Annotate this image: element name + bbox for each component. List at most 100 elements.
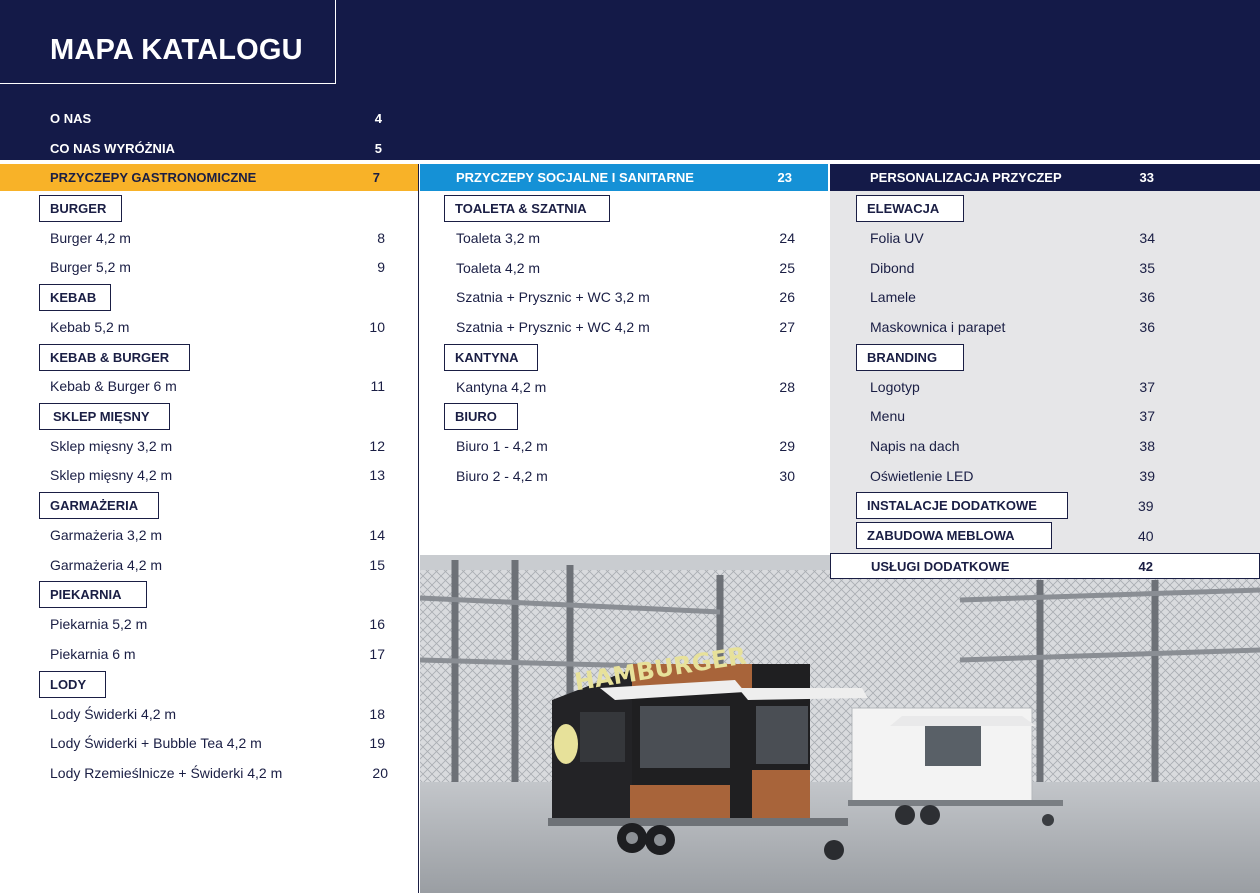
- item-page: 13: [369, 467, 385, 483]
- item-page: 25: [779, 260, 795, 276]
- category-page: 7: [372, 170, 380, 185]
- toc-item[interactable]: Menu 37: [870, 403, 1155, 429]
- item-label: Folia UV: [870, 230, 924, 246]
- item-page: 11: [370, 378, 385, 394]
- toc-item[interactable]: Logotyp 37: [870, 374, 1155, 400]
- item-label: Sklep mięsny 3,2 m: [50, 438, 173, 454]
- toc-item[interactable]: Sklep mięsny 3,2 m 12: [50, 433, 385, 459]
- toc-item[interactable]: Burger 5,2 m 9: [50, 254, 385, 280]
- item-page: 29: [779, 438, 795, 454]
- toc-label: O NAS: [50, 110, 92, 126]
- toc-item[interactable]: Napis na dach 38: [870, 433, 1155, 459]
- group-kebab-burger[interactable]: KEBAB & BURGER: [39, 344, 190, 371]
- item-page: 15: [369, 557, 385, 573]
- group-piekarnia[interactable]: PIEKARNIA: [39, 581, 147, 608]
- item-label: Kantyna 4,2 m: [456, 379, 547, 395]
- item-label: Biuro 1 - 4,2 m: [456, 438, 548, 454]
- toc-item[interactable]: Piekarnia 5,2 m 16: [50, 611, 385, 637]
- group-title: ZABUDOWA MEBLOWA: [856, 522, 1052, 549]
- item-page: 39: [1139, 468, 1155, 484]
- item-page: 17: [369, 646, 385, 662]
- group-sklep-miesny[interactable]: SKLEP MIĘSNY: [39, 403, 170, 430]
- group-elewacja[interactable]: ELEWACJA: [856, 195, 964, 222]
- group-page: 39: [1138, 497, 1154, 514]
- toc-item[interactable]: Maskownica i parapet 36: [870, 314, 1155, 340]
- toc-item[interactable]: Lamele 36: [870, 284, 1155, 310]
- category-page: 23: [777, 170, 792, 185]
- category-gastronomic[interactable]: PRZYCZEPY GASTRONOMICZNE 7: [0, 164, 418, 191]
- item-label: Lody Rzemieślnicze + Świderki 4,2 m: [50, 765, 283, 781]
- group-page: 40: [1138, 527, 1154, 544]
- toc-item[interactable]: Oświetlenie LED 39: [870, 463, 1155, 489]
- item-label: Napis na dach: [870, 438, 960, 454]
- column-divider: [418, 164, 419, 893]
- group-kebab[interactable]: KEBAB: [39, 284, 111, 311]
- toc-item[interactable]: Toaleta 3,2 m 24: [456, 225, 795, 251]
- group-zabudowa-meblowa[interactable]: ZABUDOWA MEBLOWA 40: [856, 522, 1155, 549]
- item-page: 30: [779, 468, 795, 484]
- toc-item[interactable]: Szatnia + Prysznic + WC 4,2 m 27: [456, 314, 795, 340]
- group-kantyna[interactable]: KANTYNA: [444, 344, 538, 371]
- item-label: Garmażeria 4,2 m: [50, 557, 163, 573]
- toc-label: CO NAS WYRÓŻNIA: [50, 140, 175, 156]
- toc-item[interactable]: Piekarnia 6 m 17: [50, 641, 385, 667]
- category-social-sanitary[interactable]: PRZYCZEPY SOCJALNE I SANITARNE 23: [420, 164, 828, 191]
- toc-item[interactable]: Sklep mięsny 4,2 m 13: [50, 462, 385, 488]
- group-biuro[interactable]: BIURO: [444, 403, 518, 430]
- group-toaleta-szatnia[interactable]: TOALETA & SZATNIA: [444, 195, 610, 222]
- group-garmazeria[interactable]: GARMAŻERIA: [39, 492, 159, 519]
- floor: [420, 782, 1260, 893]
- item-label: Piekarnia 5,2 m: [50, 616, 148, 632]
- toc-item[interactable]: Szatnia + Prysznic + WC 3,2 m 26: [456, 284, 795, 310]
- item-page: 9: [377, 259, 385, 275]
- toc-item[interactable]: Kebab & Burger 6 m 11: [50, 373, 385, 399]
- toc-item[interactable]: Lody Rzemieślnicze + Świderki 4,2 m 20: [50, 760, 388, 786]
- item-page: 12: [369, 438, 385, 454]
- item-page: 37: [1139, 379, 1155, 395]
- item-page: 24: [779, 230, 795, 246]
- item-label: Logotyp: [870, 379, 920, 395]
- item-page: 35: [1139, 260, 1155, 276]
- toc-item[interactable]: Garmażeria 3,2 m 14: [50, 522, 385, 548]
- toc-row-co-nas-wyroznia[interactable]: CO NAS WYRÓŻNIA 5: [50, 133, 382, 163]
- toc-row-o-nas[interactable]: O NAS 4: [50, 103, 382, 133]
- page-title: MAPA KATALOGU: [50, 34, 303, 66]
- item-page: 26: [779, 289, 795, 305]
- item-label: Kebab & Burger 6 m: [50, 378, 177, 394]
- group-instalacje-dodatkowe[interactable]: INSTALACJE DODATKOWE 39: [856, 492, 1155, 519]
- item-label: Garmażeria 3,2 m: [50, 527, 163, 543]
- item-label: Sklep mięsny 4,2 m: [50, 467, 173, 483]
- toc-item[interactable]: Toaleta 4,2 m 25: [456, 255, 795, 281]
- category-label: PERSONALIZACJA PRZYCZEP: [870, 170, 1062, 185]
- item-page: 18: [369, 706, 385, 722]
- group-lody[interactable]: LODY: [39, 671, 106, 698]
- category-personalization[interactable]: PERSONALIZACJA PRZYCZEP 33: [830, 164, 1260, 191]
- toc-item[interactable]: Folia UV 34: [870, 225, 1155, 251]
- toc-item[interactable]: Burger 4,2 m 8: [50, 225, 385, 251]
- toc-item[interactable]: Biuro 1 - 4,2 m 29: [456, 433, 795, 459]
- toc-item[interactable]: Biuro 2 - 4,2 m 30: [456, 463, 795, 489]
- group-branding[interactable]: BRANDING: [856, 344, 964, 371]
- item-label: Dibond: [870, 260, 915, 276]
- item-label: Lody Świderki 4,2 m: [50, 706, 177, 722]
- category-page: 33: [1139, 170, 1154, 185]
- column-social-sanitary: PRZYCZEPY SOCJALNE I SANITARNE 23 TOALET…: [420, 164, 828, 554]
- toc-item[interactable]: Kebab 5,2 m 10: [50, 314, 385, 340]
- item-label: Toaleta 4,2 m: [456, 260, 541, 276]
- category-uslugi-dodatkowe[interactable]: USŁUGI DODATKOWE 42: [830, 553, 1260, 579]
- toc-item[interactable]: Lody Świderki 4,2 m 18: [50, 701, 385, 727]
- item-page: 10: [369, 319, 385, 335]
- item-label: Szatnia + Prysznic + WC 3,2 m: [456, 289, 650, 305]
- item-label: Lamele: [870, 289, 916, 305]
- item-label: Burger 4,2 m: [50, 230, 131, 246]
- item-label: Toaleta 3,2 m: [456, 230, 541, 246]
- item-label: Biuro 2 - 4,2 m: [456, 468, 548, 484]
- category-label: PRZYCZEPY SOCJALNE I SANITARNE: [456, 170, 694, 185]
- toc-item[interactable]: Dibond 35: [870, 255, 1155, 281]
- group-burger[interactable]: BURGER: [39, 195, 122, 222]
- toc-item[interactable]: Lody Świderki + Bubble Tea 4,2 m 19: [50, 730, 385, 756]
- toc-item[interactable]: Garmażeria 4,2 m 15: [50, 552, 385, 578]
- column-personalization: PERSONALIZACJA PRZYCZEP 33 ELEWACJA Foli…: [830, 164, 1260, 553]
- item-label: Piekarnia 6 m: [50, 646, 136, 662]
- toc-item[interactable]: Kantyna 4,2 m 28: [456, 374, 795, 400]
